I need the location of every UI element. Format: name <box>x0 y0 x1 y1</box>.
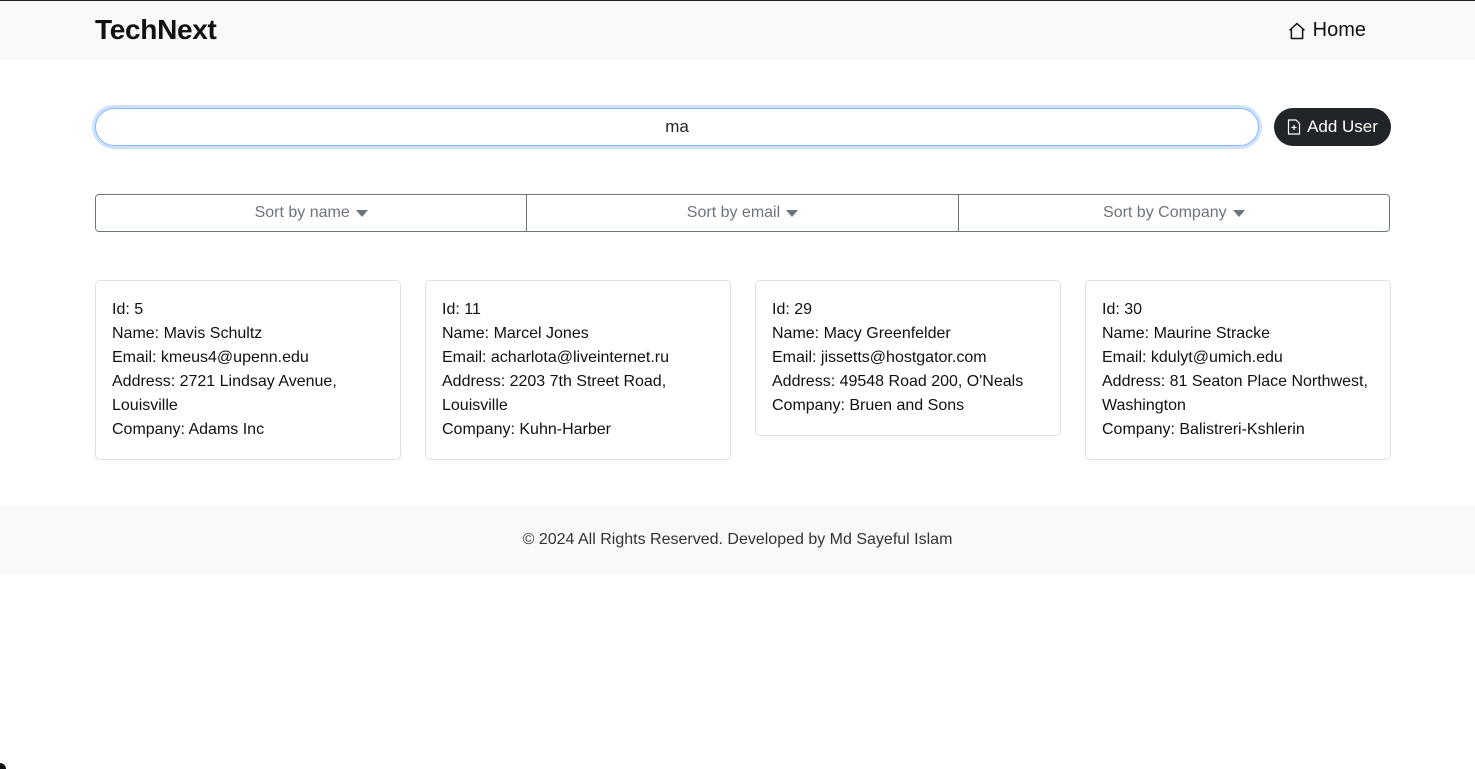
user-address: Address: 2203 7th Street Road, Louisvill… <box>442 373 667 414</box>
sort-by-name-button[interactable]: Sort by name <box>96 195 528 231</box>
user-email: Email: acharlota@liveinternet.ru <box>442 349 670 366</box>
user-company: Company: Adams Inc <box>112 421 265 438</box>
user-name[interactable]: Name: Marcel Jones <box>442 322 714 346</box>
sort-label: Sort by email <box>686 204 781 221</box>
user-email: Email: kdulyt@umich.edu <box>1102 349 1283 366</box>
sort-label: Sort by name <box>254 204 350 221</box>
add-user-label: Add User <box>1307 117 1378 136</box>
search-row: Add User <box>95 108 1391 146</box>
user-id: Id: 29 <box>772 301 813 318</box>
user-address: Address: 49548 Road 200, O'Neals <box>772 373 1024 390</box>
user-card: Id: 5 Name: Mavis Schultz Email: kmeus4@… <box>95 280 401 460</box>
user-name[interactable]: Name: Macy Greenfelder <box>772 322 1044 346</box>
caret-down-icon <box>355 209 368 217</box>
brand-logo[interactable]: TechNext <box>95 14 217 46</box>
user-card-list: Id: 5 Name: Mavis Schultz Email: kmeus4@… <box>95 280 1391 460</box>
user-email: Email: kmeus4@upenn.edu <box>112 349 309 366</box>
footer: © 2024 All Rights Reserved. Developed by… <box>0 506 1475 574</box>
user-address: Address: 2721 Lindsay Avenue, Louisville <box>112 373 337 414</box>
sort-label: Sort by Company <box>1103 204 1227 221</box>
house-icon <box>1288 22 1305 39</box>
caret-down-icon <box>786 209 799 217</box>
footer-copyright: © 2024 All Rights Reserved. Developed by… <box>522 531 953 548</box>
window-corner <box>0 763 6 769</box>
user-address: Address: 81 Seaton Place Northwest, Wash… <box>1102 373 1368 414</box>
sort-by-email-button[interactable]: Sort by email <box>527 195 959 231</box>
user-card: Id: 29 Name: Macy Greenfelder Email: jis… <box>755 280 1061 436</box>
user-id: Id: 5 <box>112 301 144 318</box>
user-name[interactable]: Name: Maurine Stracke <box>1102 322 1374 346</box>
home-link[interactable]: Home <box>1287 19 1366 42</box>
user-id: Id: 30 <box>1102 301 1143 318</box>
user-card: Id: 30 Name: Maurine Stracke Email: kdul… <box>1085 280 1391 460</box>
user-company: Company: Bruen and Sons <box>772 397 965 414</box>
search-input[interactable] <box>95 108 1259 146</box>
user-id: Id: 11 <box>442 301 481 318</box>
user-name[interactable]: Name: Mavis Schultz <box>112 322 384 346</box>
user-company: Company: Balistreri-Kshlerin <box>1102 421 1305 438</box>
sort-button-group: Sort by name Sort by email Sort by Compa… <box>95 194 1390 232</box>
caret-down-icon <box>1232 209 1245 217</box>
user-email: Email: jissetts@hostgator.com <box>772 349 987 366</box>
navbar: TechNext Home <box>0 2 1475 60</box>
add-user-button[interactable]: Add User <box>1274 108 1391 146</box>
home-label: Home <box>1312 19 1366 41</box>
user-company: Company: Kuhn-Harber <box>442 421 611 438</box>
file-plus-icon <box>1287 119 1301 135</box>
sort-by-company-button[interactable]: Sort by Company <box>958 195 1389 231</box>
user-card: Id: 11 Name: Marcel Jones Email: acharlo… <box>425 280 731 460</box>
